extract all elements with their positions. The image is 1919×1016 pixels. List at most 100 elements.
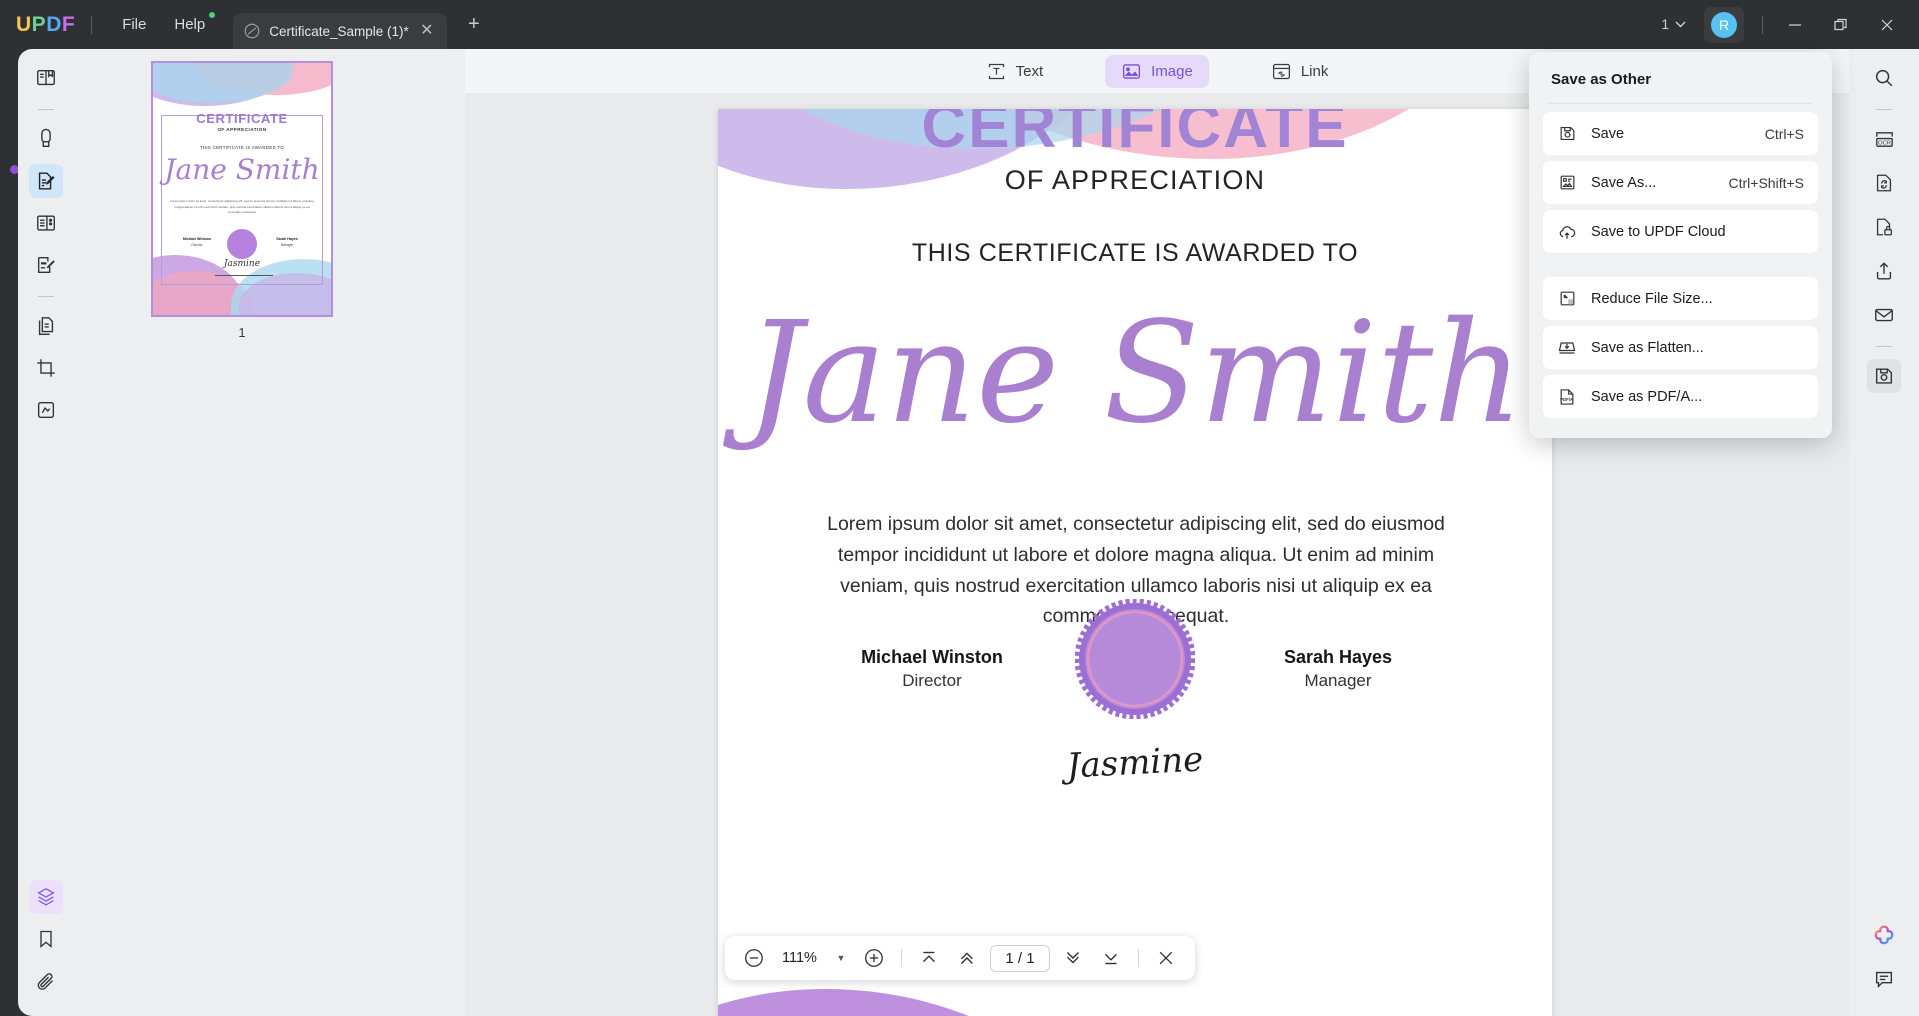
thumbnail-panel: CERTIFICATE OF APPRECIATION THIS CERTIFI… xyxy=(73,49,465,1016)
thumb-seal-icon xyxy=(227,229,257,259)
thumbnail-page-number: 1 xyxy=(238,325,246,340)
save-panel-gap xyxy=(1529,259,1832,269)
thumb-signer-2-name: Sarah Hayes xyxy=(276,237,298,241)
menu-item-save-as[interactable]: Save As... Ctrl+Shift+S xyxy=(1543,161,1818,204)
tab-link[interactable]: Link xyxy=(1255,55,1345,88)
zoom-toolbar: 111% ▼ 1 / 1 xyxy=(724,936,1195,980)
sidebar-item-annotate[interactable] xyxy=(29,122,63,156)
sidebar-item-page-copy[interactable] xyxy=(29,309,63,343)
tool-protect[interactable] xyxy=(1867,210,1901,244)
menu-item-save-shortcut: Ctrl+S xyxy=(1764,125,1804,142)
svg-text:OCR: OCR xyxy=(1878,140,1891,146)
chevron-down-icon xyxy=(1675,21,1686,28)
menu-item-save-cloud[interactable]: Save to UPDF Cloud xyxy=(1543,210,1818,253)
sidebar-item-reader[interactable] xyxy=(29,61,63,95)
account-button[interactable]: R xyxy=(1704,6,1744,43)
updf-logo[interactable]: U P D F xyxy=(16,13,75,37)
titlebar-right-controls: 1 R xyxy=(1653,6,1919,43)
thumb-signer-2-role: Manager xyxy=(280,243,294,247)
sidebar-item-edit-pdf[interactable] xyxy=(28,164,63,198)
tab-text[interactable]: Text xyxy=(970,55,1060,88)
thumb-awarded: THIS CERTIFICATE IS AWARDED TO xyxy=(199,145,285,150)
chevron-down-icon[interactable]: ▼ xyxy=(830,953,851,963)
tool-email[interactable] xyxy=(1867,298,1901,332)
page-thumbnail[interactable]: CERTIFICATE OF APPRECIATION THIS CERTIFI… xyxy=(151,61,333,317)
wave-decor-3 xyxy=(153,63,293,103)
right-rail-divider-2 xyxy=(1876,346,1892,347)
zoom-divider-1 xyxy=(901,949,903,967)
menu-item-save-flatten[interactable]: Save as Flatten... xyxy=(1543,326,1818,369)
titlebar-divider-2 xyxy=(1762,15,1763,34)
help-menu[interactable]: Help xyxy=(160,10,219,39)
menu-item-save-label: Save xyxy=(1591,125,1625,142)
first-page-icon[interactable] xyxy=(914,943,944,973)
prev-page-icon[interactable] xyxy=(952,943,982,973)
tool-comment[interactable] xyxy=(1867,962,1901,996)
sidebar-item-form[interactable] xyxy=(29,248,63,282)
seal-icon[interactable] xyxy=(1075,599,1195,719)
sidebar-item-layers[interactable] xyxy=(28,880,63,914)
svg-text:PDF/A: PDF/A xyxy=(1560,396,1574,401)
tool-convert[interactable] xyxy=(1867,166,1901,200)
new-tab-button[interactable]: + xyxy=(461,12,487,38)
sidebar-item-compare[interactable] xyxy=(29,393,63,427)
maximize-restore-button[interactable] xyxy=(1819,8,1863,42)
sidebar-item-attachment[interactable] xyxy=(29,964,63,998)
tool-ocr[interactable]: OCR xyxy=(1867,122,1901,156)
pdf-page[interactable]: CERTIFICATE OF APPRECIATION THIS CERTIFI… xyxy=(718,109,1552,1016)
save-as-other-panel: Save as Other Save Ctrl+S Save As... Ctr… xyxy=(1529,52,1832,438)
menu-item-save-as-shortcut: Ctrl+Shift+S xyxy=(1728,174,1804,191)
certificate-recipient[interactable]: Jane Smith xyxy=(718,269,1552,479)
sidebar-item-crop[interactable] xyxy=(29,351,63,385)
file-menu[interactable]: File xyxy=(108,10,160,39)
tool-save[interactable] xyxy=(1867,359,1901,393)
tool-ai-assistant[interactable] xyxy=(1867,918,1901,952)
menu-item-save-pdfa[interactable]: PDF/A Save as PDF/A... xyxy=(1543,375,1818,418)
window-count-selector[interactable]: 1 xyxy=(1653,13,1694,36)
file-menu-label: File xyxy=(122,16,147,33)
save-panel-group-1: Save Ctrl+S Save As... Ctrl+Shift+S Save… xyxy=(1529,104,1832,253)
avatar: R xyxy=(1711,11,1737,38)
thumb-bottom-signature: Jasmine xyxy=(223,259,261,269)
certificate-subtitle: OF APPRECIATION xyxy=(1004,165,1266,195)
logo-letter-p: P xyxy=(31,12,47,36)
rail-divider-2 xyxy=(37,296,54,297)
reduce-size-icon xyxy=(1557,289,1577,309)
title-bar: U P D F File Help Certificate_Sample (1)… xyxy=(0,0,1919,49)
tool-share[interactable] xyxy=(1867,254,1901,288)
thumb-signer-1-role: Director xyxy=(191,243,203,247)
tab-image[interactable]: Image xyxy=(1105,54,1209,88)
menu-item-save[interactable]: Save Ctrl+S xyxy=(1543,112,1818,155)
page-indicator[interactable]: 1 / 1 xyxy=(990,944,1050,972)
help-notification-dot xyxy=(209,12,216,18)
logo-letter-f: F xyxy=(61,12,76,36)
window-close-button[interactable] xyxy=(1865,8,1909,42)
left-tool-rail xyxy=(18,49,73,1016)
sidebar-item-bookmark[interactable] xyxy=(29,922,63,956)
menu-item-reduce-size[interactable]: Reduce File Size... xyxy=(1543,277,1818,320)
text-box-icon xyxy=(986,61,1007,82)
save-panel-group-2: Reduce File Size... Save as Flatten... P… xyxy=(1529,269,1832,418)
close-icon[interactable]: ✕ xyxy=(417,21,437,41)
sidebar-item-organize[interactable] xyxy=(29,206,63,240)
window-count-label: 1 xyxy=(1661,17,1669,32)
bottom-signature[interactable]: Jasmine xyxy=(1066,739,1204,786)
zoom-in-button[interactable] xyxy=(859,943,889,973)
cloud-upload-icon xyxy=(1557,222,1577,242)
zoom-level-label[interactable]: 111% xyxy=(776,950,822,966)
document-tab[interactable]: Certificate_Sample (1)* ✕ xyxy=(233,13,447,49)
signer-2-role: Manager xyxy=(1304,671,1372,690)
tool-search[interactable] xyxy=(1867,61,1901,95)
thumbnail-preview: CERTIFICATE OF APPRECIATION THIS CERTIFI… xyxy=(153,63,331,315)
minimize-button[interactable] xyxy=(1773,8,1817,42)
menu-item-save-cloud-label: Save to UPDF Cloud xyxy=(1591,223,1726,240)
zoom-out-button[interactable] xyxy=(738,943,768,973)
signer-2-name: Sarah Hayes xyxy=(1283,647,1393,667)
right-rail-divider-1 xyxy=(1876,109,1892,110)
signer-1-name: Michael Winston xyxy=(861,647,1003,667)
thumb-title: CERTIFICATE xyxy=(196,111,288,126)
certificate-title: CERTIFICATE xyxy=(921,109,1349,161)
close-zoom-toolbar-button[interactable] xyxy=(1151,943,1181,973)
next-page-icon[interactable] xyxy=(1058,943,1088,973)
last-page-icon[interactable] xyxy=(1096,943,1126,973)
